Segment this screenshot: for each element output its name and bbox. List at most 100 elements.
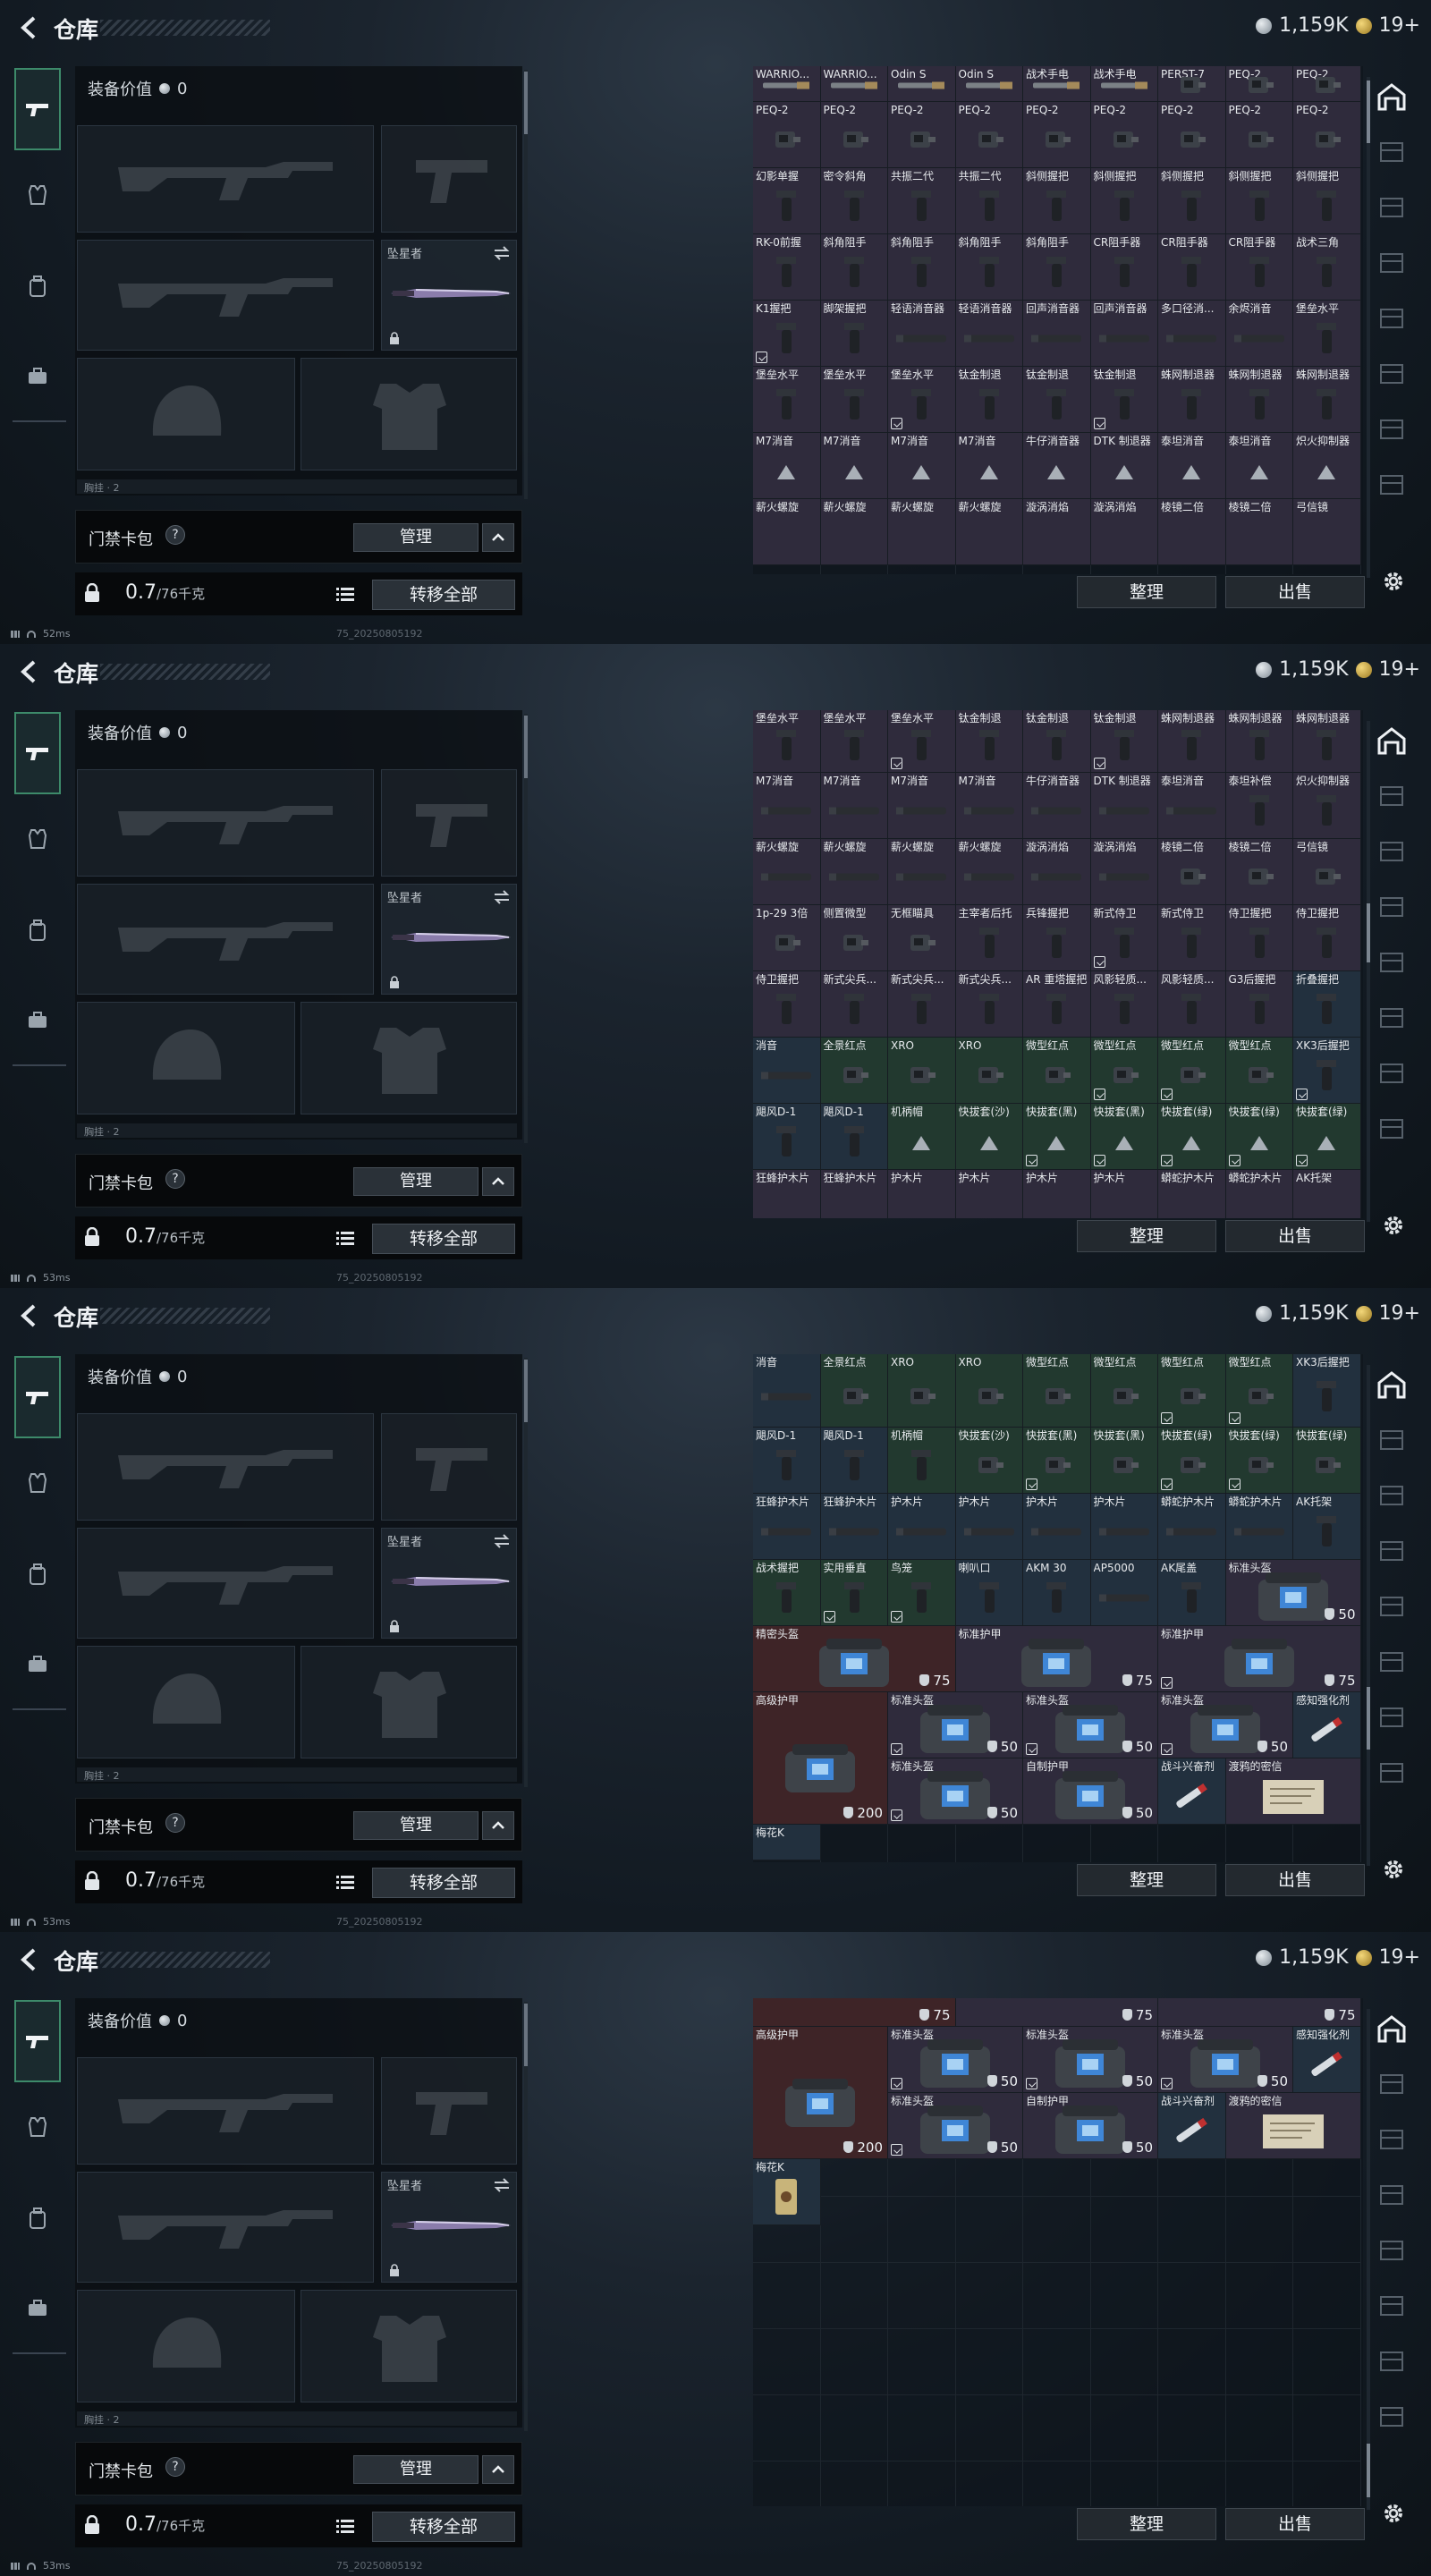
storage-page-tab-4[interactable] <box>1374 1589 1410 1624</box>
inventory-item[interactable]: 护木片 <box>888 1494 956 1560</box>
inventory-item[interactable]: 护木片 <box>1023 1170 1091 1218</box>
inventory-item[interactable]: 飓风D-1 <box>820 1428 888 1494</box>
storage-page-tab-3[interactable] <box>1374 2177 1410 2213</box>
empty-grid-cell[interactable] <box>888 2462 956 2506</box>
manage-button[interactable]: 管理 <box>353 1167 478 1196</box>
armor-slot[interactable] <box>301 2290 517 2402</box>
empty-grid-cell[interactable] <box>1090 2395 1158 2462</box>
empty-grid-cell[interactable] <box>1158 2395 1226 2462</box>
settings-gear-icon[interactable] <box>1381 1213 1406 1238</box>
equipment-scroll-thumb[interactable] <box>524 72 528 134</box>
inventory-item[interactable]: 飓风D-1 <box>753 1428 821 1494</box>
pistol-slot[interactable] <box>381 125 517 233</box>
inventory-item[interactable]: 自制护甲 50 <box>1023 2093 1158 2159</box>
tab-case[interactable] <box>18 356 57 395</box>
storage-page-tab-5[interactable] <box>1374 1000 1410 1036</box>
helmet-slot[interactable] <box>77 1002 295 1114</box>
equipment-scroll-thumb[interactable] <box>524 716 528 778</box>
inventory-item[interactable]: 炽火抑制器 <box>1293 773 1361 839</box>
storage-page-tab-6[interactable] <box>1374 2343 1410 2379</box>
inventory-item[interactable]: XRO <box>888 1354 956 1428</box>
storage-page-tab-2[interactable] <box>1374 190 1410 225</box>
storage-page-tab-5[interactable] <box>1374 356 1410 392</box>
manage-button[interactable]: 管理 <box>353 2455 478 2484</box>
warehouse-scroll-thumb[interactable] <box>1367 903 1370 962</box>
inventory-item[interactable]: 护木片 <box>955 1494 1023 1560</box>
tab-case[interactable] <box>18 1000 57 1039</box>
help-icon[interactable]: ? <box>165 1169 185 1189</box>
inventory-item[interactable]: 钛金制退 <box>1023 710 1091 773</box>
swap-icon[interactable] <box>493 2178 511 2192</box>
storage-page-tab-3[interactable] <box>1374 889 1410 925</box>
storage-page-tab-1[interactable] <box>1374 778 1410 814</box>
empty-grid-cell[interactable] <box>1293 2462 1361 2506</box>
storage-home-tab[interactable] <box>1374 723 1410 758</box>
inventory-item[interactable]: 狂蜂护木片 <box>753 1494 821 1560</box>
empty-grid-cell[interactable] <box>1023 2263 1091 2329</box>
inventory-item[interactable]: 微型红点 <box>1158 1354 1226 1428</box>
tab-backpack[interactable] <box>18 911 57 950</box>
help-icon[interactable]: ? <box>165 1813 185 1833</box>
sort-button[interactable]: 整理 <box>1077 576 1216 608</box>
equipment-scrollbar[interactable] <box>524 2002 528 2431</box>
tab-backpack[interactable] <box>18 2199 57 2238</box>
inventory-item[interactable]: 梅花K <box>753 1825 821 1860</box>
inventory-item[interactable]: 蟒蛇护木片 <box>1225 1494 1293 1560</box>
back-arrow-icon[interactable] <box>16 1302 41 1329</box>
inventory-item[interactable]: 侍卫握把 <box>1293 905 1361 971</box>
inventory-item[interactable]: 标准头盔 50 <box>1158 2027 1293 2093</box>
inventory-item[interactable]: 薪火螺旋 <box>955 499 1023 565</box>
inventory-item[interactable]: 标准头盔 50 <box>1023 2027 1158 2093</box>
empty-grid-cell[interactable] <box>955 2263 1023 2329</box>
inventory-item[interactable]: XK3后握把 <box>1293 1354 1361 1428</box>
inventory-item[interactable]: 斜角阻手 <box>888 234 956 301</box>
inventory-item[interactable]: 战术手电 <box>1023 66 1091 102</box>
inventory-item[interactable]: 堡垒水平 <box>753 367 821 433</box>
storage-page-tab-1[interactable] <box>1374 134 1410 170</box>
inventory-item[interactable]: PEQ-2 <box>1225 66 1293 102</box>
inventory-item[interactable]: 75 <box>753 1998 956 2027</box>
empty-grid-cell[interactable] <box>955 2329 1023 2395</box>
storage-page-tab-3[interactable] <box>1374 1533 1410 1569</box>
empty-grid-cell[interactable] <box>1225 2263 1293 2329</box>
inventory-item[interactable]: 1p-29 3倍 <box>753 905 821 971</box>
inventory-item[interactable]: 微型红点 <box>1090 1038 1158 1104</box>
primary-weapon-slot[interactable] <box>77 125 374 233</box>
inventory-item[interactable]: AR 重塔握把 <box>1023 971 1091 1038</box>
inventory-item[interactable]: 钛金制退 <box>1090 367 1158 433</box>
inventory-item[interactable]: 风影轻质... <box>1090 971 1158 1038</box>
inventory-item[interactable]: 斜侧握把 <box>1023 168 1091 234</box>
melee-slot[interactable]: 坠星者 <box>381 240 517 351</box>
chest-rig-slot[interactable]: 胸挂 · 2 <box>77 479 517 494</box>
inventory-item[interactable]: 堡垒水平 <box>753 710 821 773</box>
inventory-item[interactable]: CR阻手器 <box>1158 234 1226 301</box>
inventory-item[interactable]: 无框瞄具 <box>888 905 956 971</box>
inventory-item[interactable]: 狂蜂护木片 <box>753 1170 821 1218</box>
inventory-item[interactable]: 高级护甲 200 <box>753 2027 888 2159</box>
inventory-item[interactable]: 感知强化剂 <box>1293 1692 1361 1758</box>
inventory-item[interactable]: 消音 <box>753 1354 821 1428</box>
inventory-item[interactable]: 实用垂直 <box>820 1560 888 1626</box>
inventory-item[interactable]: 微型红点 <box>1023 1038 1091 1104</box>
inventory-item[interactable]: 快拔套(绿) <box>1225 1104 1293 1170</box>
chest-rig-slot[interactable]: 胸挂 · 2 <box>77 1123 517 1138</box>
storage-page-tab-1[interactable] <box>1374 1422 1410 1458</box>
inventory-item[interactable]: 标准头盔 50 <box>888 2093 1023 2159</box>
inventory-item[interactable]: 快拔套(绿) <box>1225 1428 1293 1494</box>
empty-grid-cell[interactable] <box>1158 2329 1226 2395</box>
storage-page-tab-2[interactable] <box>1374 834 1410 869</box>
inventory-item[interactable]: 侧置微型 <box>820 905 888 971</box>
tab-gear[interactable] <box>18 1463 57 1503</box>
inventory-item[interactable]: 共振二代 <box>888 168 956 234</box>
inventory-item[interactable]: 蛛网制退器 <box>1225 710 1293 773</box>
sort-button[interactable]: 整理 <box>1077 1220 1216 1252</box>
empty-grid-cell[interactable] <box>1293 2329 1361 2395</box>
equipment-scrollbar[interactable] <box>524 70 528 499</box>
empty-grid-cell[interactable] <box>1023 2197 1091 2263</box>
inventory-item[interactable]: PEQ-2 <box>820 102 888 168</box>
inventory-item[interactable]: 护木片 <box>888 1170 956 1218</box>
storage-home-tab[interactable] <box>1374 1367 1410 1402</box>
inventory-item[interactable]: 狂蜂护木片 <box>820 1494 888 1560</box>
empty-grid-cell[interactable] <box>1090 2197 1158 2263</box>
empty-grid-cell[interactable] <box>820 2263 888 2329</box>
